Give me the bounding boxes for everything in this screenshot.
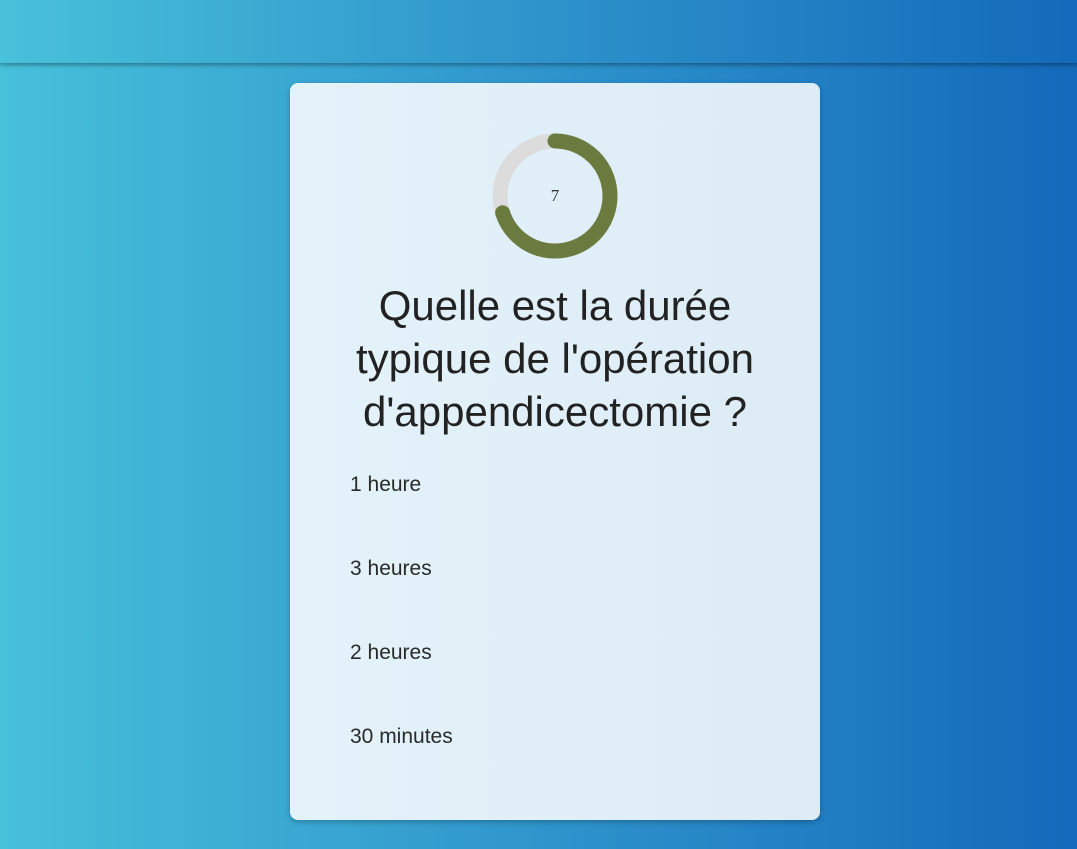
top-bar xyxy=(0,0,1077,63)
countdown-timer: 7 xyxy=(492,133,618,259)
answer-option-4[interactable]: 30 minutes xyxy=(350,720,770,804)
quiz-card: 7 Quelle est la durée typique de l'opéra… xyxy=(290,83,820,820)
countdown-value: 7 xyxy=(550,186,560,205)
answer-option-1[interactable]: 1 heure xyxy=(350,468,770,552)
question-text: Quelle est la durée typique de l'opérati… xyxy=(356,282,754,435)
answer-option-2[interactable]: 3 heures xyxy=(350,552,770,636)
answer-option-3[interactable]: 2 heures xyxy=(350,636,770,720)
answer-list: 1 heure 3 heures 2 heures 30 minutes xyxy=(350,468,770,804)
